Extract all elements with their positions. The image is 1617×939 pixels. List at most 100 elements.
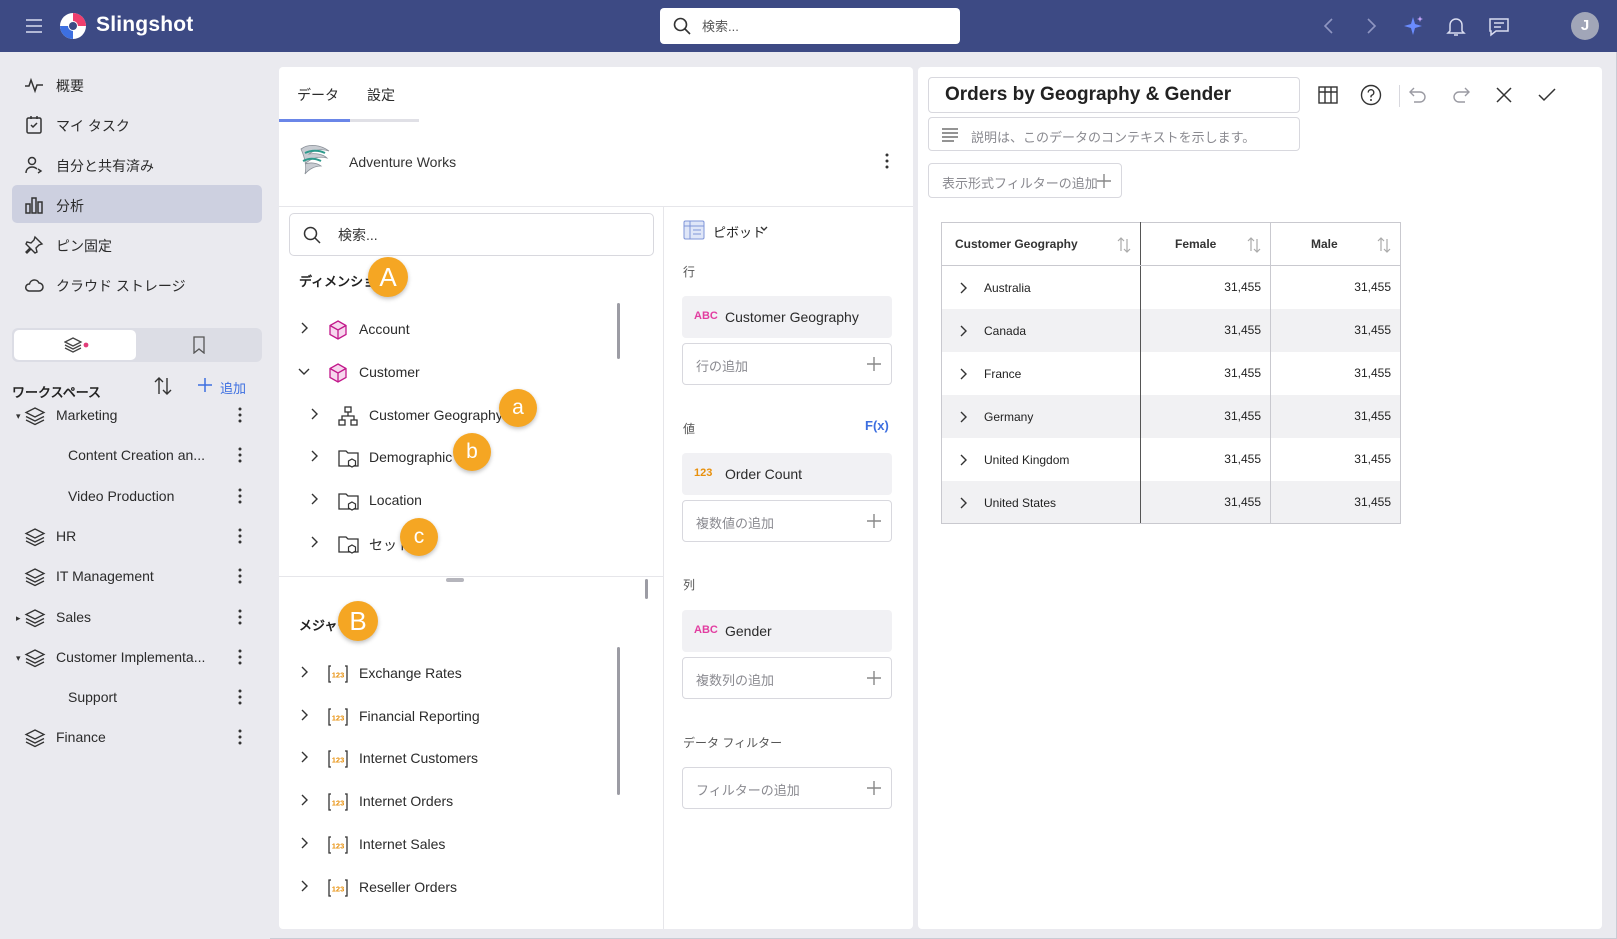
tab-settings[interactable]: 設定 <box>367 85 395 105</box>
help-icon[interactable] <box>1357 81 1385 109</box>
nav-item-analytics[interactable]: 分析 <box>12 185 262 223</box>
chevron-down-icon[interactable] <box>297 364 311 378</box>
more-options-icon[interactable] <box>230 647 250 667</box>
close-icon[interactable] <box>1490 81 1518 109</box>
dimension-item[interactable]: Customer Geography <box>307 395 619 435</box>
add-row-button[interactable]: 行の追加 <box>682 343 892 385</box>
undo-icon[interactable] <box>1404 81 1432 109</box>
chevron-right-icon[interactable] <box>297 836 311 850</box>
pivot-type-selector[interactable]: ピボット <box>683 219 803 241</box>
chevron-right-icon[interactable] <box>956 410 970 424</box>
add-visualization-filter-button[interactable]: 表示形式フィルターの追加 <box>928 163 1122 198</box>
workspace-item[interactable]: Content Creation an... <box>12 437 262 473</box>
chevron-right-icon[interactable] <box>956 281 970 295</box>
bookmarks-view-tab[interactable] <box>138 330 260 360</box>
visualization-title-input[interactable]: Orders by Geography & Gender <box>928 77 1300 113</box>
workspace-item[interactable]: ▸ Sales <box>12 599 262 635</box>
more-options-icon[interactable] <box>230 526 250 546</box>
measure-item[interactable]: 123 Internet Sales <box>297 824 619 864</box>
chevron-right-icon[interactable] <box>307 407 321 421</box>
formula-button[interactable]: F(x) <box>865 418 889 433</box>
nav-item-cloud-storage[interactable]: クラウド ストレージ <box>12 265 262 303</box>
value-field-chip[interactable]: 123 Order Count <box>682 453 892 495</box>
table-row[interactable]: United Kingdom 31,455 31,455 <box>941 437 1401 481</box>
dimensions-scrollbar[interactable] <box>617 303 620 359</box>
sort-icon[interactable] <box>1376 236 1392 254</box>
workspace-item[interactable]: ▾ Customer Implementa... <box>12 639 262 675</box>
workspace-item[interactable]: HR <box>12 518 262 554</box>
ai-sparkle-icon[interactable] <box>1401 14 1425 38</box>
more-options-icon[interactable] <box>230 727 250 747</box>
datasource-more-icon[interactable] <box>877 151 897 171</box>
add-filter-button[interactable]: フィルターの追加 <box>682 767 892 809</box>
column-header[interactable]: Female <box>1140 222 1271 266</box>
chevron-right-icon[interactable] <box>297 750 311 764</box>
chevron-right-icon[interactable] <box>297 793 311 807</box>
add-columns-button[interactable]: 複数列の追加 <box>682 657 892 699</box>
dimension-item[interactable]: Account <box>297 309 619 349</box>
field-search-input[interactable] <box>338 226 638 244</box>
chevron-right-icon[interactable] <box>297 879 311 893</box>
chevron-right-icon[interactable] <box>297 321 311 335</box>
field-search[interactable] <box>289 213 654 256</box>
measure-item[interactable]: 123 Reseller Orders <box>297 867 619 907</box>
more-options-icon[interactable] <box>230 445 250 465</box>
chevron-right-icon[interactable] <box>956 453 970 467</box>
confirm-check-icon[interactable] <box>1533 81 1561 109</box>
global-search-input[interactable] <box>702 16 942 36</box>
measure-item[interactable]: 123 Financial Reporting <box>297 696 619 736</box>
tab-data[interactable]: データ <box>297 85 339 105</box>
chevron-right-icon[interactable] <box>307 492 321 506</box>
table-row[interactable]: United States 31,455 31,455 <box>941 480 1401 524</box>
workspace-item[interactable]: ▾ Marketing <box>12 397 262 433</box>
measures-scrollbar[interactable] <box>617 647 620 795</box>
back-arrow-icon[interactable] <box>1317 14 1341 38</box>
workspace-item[interactable]: Finance <box>12 719 262 755</box>
nav-item-my-tasks[interactable]: マイ タスク <box>12 105 262 143</box>
chevron-right-icon[interactable] <box>956 324 970 338</box>
measure-item[interactable]: 123 Exchange Rates <box>297 653 619 693</box>
table-row[interactable]: Canada 31,455 31,455 <box>941 308 1401 352</box>
chevron-right-icon[interactable] <box>307 449 321 463</box>
table-row[interactable]: France 31,455 31,455 <box>941 351 1401 395</box>
dimension-item[interactable]: セット <box>307 523 619 563</box>
redo-icon[interactable] <box>1447 81 1475 109</box>
dimension-item[interactable]: Location <box>307 480 619 520</box>
column-header[interactable]: Customer Geography <box>941 222 1141 266</box>
more-options-icon[interactable] <box>230 687 250 707</box>
column-field-chip[interactable]: ABC Gender <box>682 610 892 652</box>
row-field-chip[interactable]: ABC Customer Geography <box>682 296 892 338</box>
more-options-icon[interactable] <box>230 486 250 506</box>
more-options-icon[interactable] <box>230 607 250 627</box>
table-row[interactable]: Germany 31,455 31,455 <box>941 394 1401 438</box>
table-view-icon[interactable] <box>1314 81 1342 109</box>
sort-icon[interactable] <box>152 375 174 397</box>
table-row[interactable]: Australia 31,455 31,455 <box>941 265 1401 309</box>
nav-item-shared-with-me[interactable]: 自分と共有済み <box>12 145 262 183</box>
column-header[interactable]: Male <box>1270 222 1401 266</box>
chat-icon[interactable] <box>1487 14 1511 38</box>
chevron-right-icon[interactable] <box>956 496 970 510</box>
sort-icon[interactable] <box>1116 236 1132 254</box>
hamburger-menu-icon[interactable] <box>22 14 46 38</box>
workspace-item[interactable]: Video Production <box>12 478 262 514</box>
nav-item-pinned[interactable]: ピン固定 <box>12 225 262 263</box>
measure-item[interactable]: 123 Internet Customers <box>297 738 619 778</box>
add-values-button[interactable]: 複数値の追加 <box>682 500 892 542</box>
forward-arrow-icon[interactable] <box>1359 14 1383 38</box>
chevron-right-icon[interactable] <box>956 367 970 381</box>
user-avatar[interactable]: J <box>1571 12 1599 40</box>
more-options-icon[interactable] <box>230 405 250 425</box>
workspace-item[interactable]: IT Management <box>12 558 262 594</box>
chevron-right-icon[interactable] <box>307 535 321 549</box>
panel-resize-handle[interactable] <box>446 578 464 582</box>
chevron-right-icon[interactable] <box>297 665 311 679</box>
notification-bell-icon[interactable] <box>1444 14 1468 38</box>
dimension-item[interactable]: Customer <box>297 352 619 392</box>
expand-caret-icon[interactable]: ▾ <box>16 653 21 664</box>
pivot-scrollbar[interactable] <box>645 579 648 599</box>
visualization-description-input[interactable]: 説明は、このデータのコンテキストを示します。 <box>928 117 1300 151</box>
measure-item[interactable]: 123 Internet Orders <box>297 781 619 821</box>
nav-item-overview[interactable]: 概要 <box>12 65 262 103</box>
expand-caret-icon[interactable]: ▾ <box>16 411 21 422</box>
